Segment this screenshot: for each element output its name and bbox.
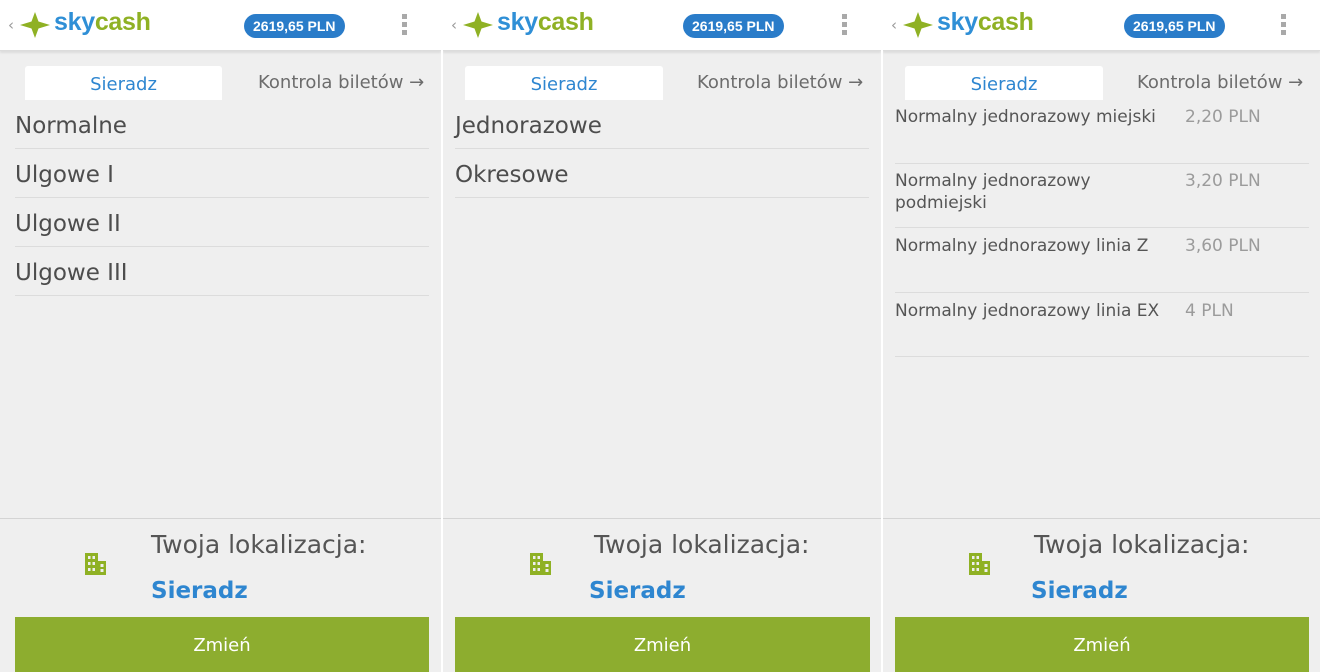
divider (0, 518, 441, 519)
screen-ticket-duration: ‹ skycash 2619,65 PLN Sieradz Kontrola b… (443, 0, 881, 672)
brand-logo: skycash (937, 8, 1034, 37)
change-location-button[interactable]: Zmień (455, 617, 870, 672)
building-icon (969, 553, 990, 575)
list-item[interactable]: Normalne (15, 100, 429, 149)
brand-logo: skycash (54, 8, 151, 37)
skycash-star-icon (20, 12, 50, 38)
screens-container: ‹ skycash 2619,65 PLN Sieradz Kontrola b… (0, 0, 1320, 672)
brand-name-cash: cash (537, 8, 594, 36)
list-item[interactable]: Ulgowe I (15, 149, 429, 198)
brand-name-cash: cash (94, 8, 151, 36)
ticket-row[interactable]: Normalny jednorazowy podmiejski 3,20 PLN (895, 168, 1309, 228)
balance-badge[interactable]: 2619,65 PLN (244, 14, 345, 38)
ticket-price: 2,20 PLN (1185, 107, 1261, 127)
ticket-name: Normalny jednorazowy linia EX (895, 301, 1160, 321)
chevron-left-icon[interactable]: ‹ (891, 16, 897, 34)
list-item[interactable]: Jednorazowe (455, 100, 869, 149)
tab-city[interactable]: Sieradz (25, 66, 222, 100)
ticket-row[interactable]: Normalny jednorazowy miejski 2,20 PLN (895, 104, 1309, 164)
balance-badge[interactable]: 2619,65 PLN (1124, 14, 1225, 38)
location-label: Twoja lokalizacja: (594, 530, 810, 559)
tab-city[interactable]: Sieradz (905, 66, 1103, 100)
top-bar: ‹ skycash 2619,65 PLN (443, 0, 881, 51)
building-icon (530, 553, 551, 575)
change-location-button[interactable]: Zmień (895, 617, 1309, 672)
kebab-menu-icon[interactable] (399, 14, 409, 38)
list-item[interactable]: Okresowe (455, 149, 869, 198)
top-bar: ‹ skycash 2619,65 PLN (883, 0, 1320, 51)
ticket-name: Normalny jednorazowy podmiejski (895, 171, 1091, 213)
change-location-button[interactable]: Zmień (15, 617, 429, 672)
ticket-row[interactable]: Normalny jednorazowy linia EX 4 PLN (895, 298, 1309, 357)
top-bar: ‹ skycash 2619,65 PLN (0, 0, 441, 51)
tab-ticket-control[interactable]: Kontrola biletów → (697, 72, 863, 93)
location-city: Sieradz (1031, 578, 1128, 604)
ticket-price: 3,60 PLN (1185, 236, 1261, 256)
divider (443, 518, 881, 519)
brand-name-sky: sky (937, 8, 978, 36)
brand-name-cash: cash (977, 8, 1034, 36)
building-icon (85, 553, 106, 575)
brand-logo: skycash (497, 8, 594, 37)
ticket-duration-list: Jednorazowe Okresowe (443, 100, 881, 518)
list-item[interactable]: Ulgowe III (15, 247, 429, 296)
chevron-left-icon[interactable]: ‹ (451, 16, 457, 34)
list-item[interactable]: Ulgowe II (15, 198, 429, 247)
tab-ticket-control[interactable]: Kontrola biletów → (1137, 72, 1303, 93)
skycash-star-icon (463, 12, 493, 38)
ticket-name: Normalny jednorazowy linia Z (895, 236, 1149, 256)
ticket-price-list: Normalny jednorazowy miejski 2,20 PLN No… (883, 100, 1320, 518)
location-label: Twoja lokalizacja: (151, 530, 367, 559)
kebab-menu-icon[interactable] (839, 14, 849, 38)
chevron-left-icon[interactable]: ‹ (8, 16, 14, 34)
ticket-row[interactable]: Normalny jednorazowy linia Z 3,60 PLN (895, 233, 1309, 293)
screen-ticket-prices: ‹ skycash 2619,65 PLN Sieradz Kontrola b… (883, 0, 1320, 672)
screen-ticket-types: ‹ skycash 2619,65 PLN Sieradz Kontrola b… (0, 0, 441, 672)
divider (883, 518, 1320, 519)
ticket-price: 3,20 PLN (1185, 171, 1261, 191)
location-city: Sieradz (589, 578, 686, 604)
ticket-price: 4 PLN (1185, 301, 1234, 321)
ticket-name: Normalny jednorazowy miejski (895, 107, 1156, 127)
tab-city[interactable]: Sieradz (465, 66, 663, 100)
kebab-menu-icon[interactable] (1278, 14, 1288, 38)
balance-badge[interactable]: 2619,65 PLN (683, 14, 784, 38)
brand-name-sky: sky (54, 8, 95, 36)
ticket-category-list: Normalne Ulgowe I Ulgowe II Ulgowe III (0, 100, 441, 518)
skycash-star-icon (903, 12, 933, 38)
tab-ticket-control[interactable]: Kontrola biletów → (258, 72, 424, 93)
brand-name-sky: sky (497, 8, 538, 36)
location-city: Sieradz (151, 578, 248, 604)
location-label: Twoja lokalizacja: (1034, 530, 1250, 559)
